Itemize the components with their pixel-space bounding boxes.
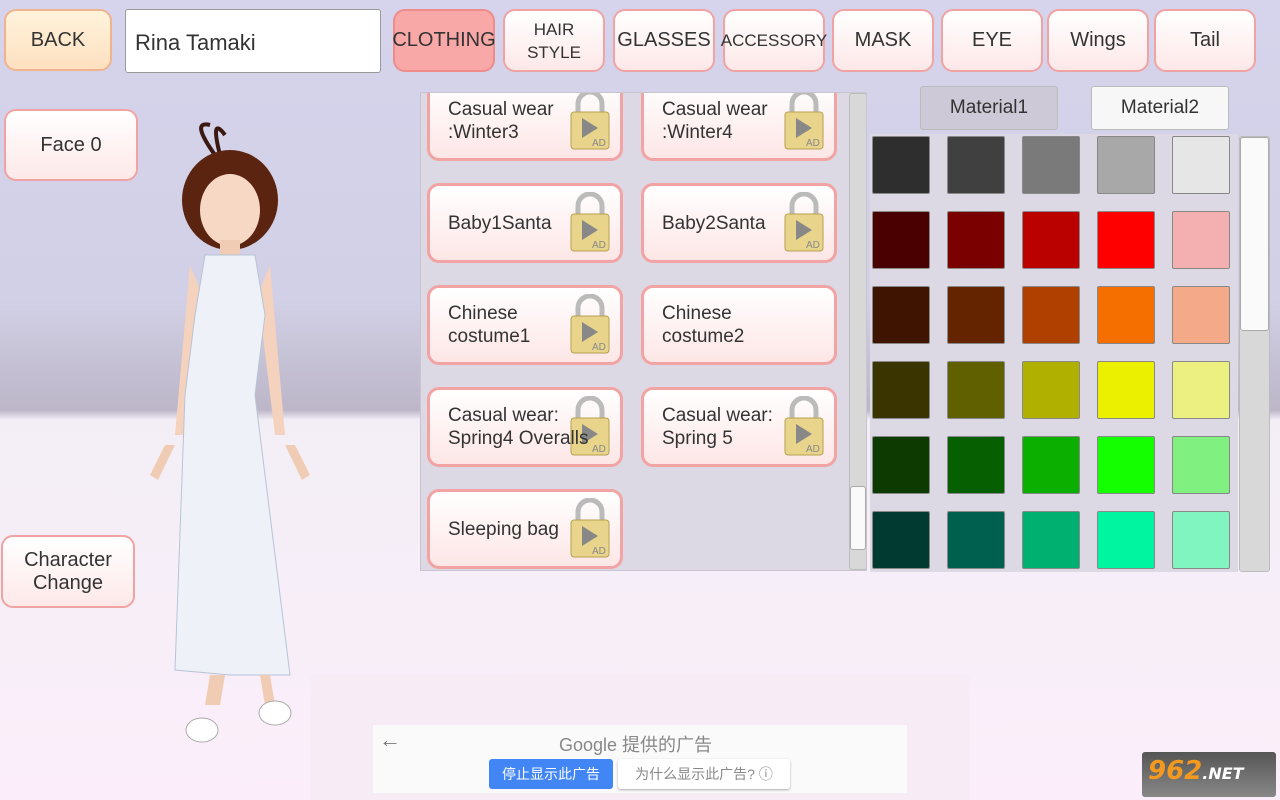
color-swatch[interactable] bbox=[1172, 136, 1230, 194]
color-swatch[interactable] bbox=[1022, 436, 1080, 494]
clothing-list[interactable]: Casual wear :Winter3 AD Casual wear :Winte… bbox=[420, 92, 867, 571]
tab-tail[interactable]: Tail bbox=[1154, 9, 1256, 72]
tab-mask[interactable]: MASK bbox=[832, 9, 934, 72]
color-swatch[interactable] bbox=[872, 136, 930, 194]
color-swatch[interactable] bbox=[1097, 286, 1155, 344]
clothing-item-label: Sleeping bag bbox=[448, 518, 559, 540]
ad-feedback-bar: ← Google 提供的广告 停止显示此广告 为什么显示此广告? ⓘ bbox=[373, 725, 907, 793]
color-swatch[interactable] bbox=[872, 361, 930, 419]
color-swatch[interactable] bbox=[947, 361, 1005, 419]
clothing-list-scrollbar[interactable] bbox=[849, 93, 866, 570]
color-swatch[interactable] bbox=[1097, 211, 1155, 269]
ad-lock-icon: AD bbox=[570, 498, 610, 558]
ad-title: Google 提供的广告 bbox=[559, 735, 713, 755]
color-swatch[interactable] bbox=[947, 211, 1005, 269]
clothing-item[interactable]: Chinese costume1 AD bbox=[427, 285, 623, 365]
clothing-item-label: Baby1Santa bbox=[448, 212, 552, 234]
color-swatch[interactable] bbox=[1172, 286, 1230, 344]
tab-hair-style[interactable]: HAIR STYLE bbox=[503, 9, 605, 72]
color-swatch[interactable] bbox=[1172, 436, 1230, 494]
clothing-item-label: Casual wear: Spring 5 bbox=[662, 405, 773, 449]
ad-lock-icon: AD bbox=[784, 192, 824, 252]
svg-text:AD: AD bbox=[592, 240, 606, 251]
tab-accessory[interactable]: ACCESSORY bbox=[721, 9, 827, 72]
color-swatch[interactable] bbox=[872, 436, 930, 494]
clothing-item-label: Casual wear :Winter4 bbox=[662, 99, 768, 143]
material2-tab[interactable]: Material2 bbox=[1091, 86, 1229, 130]
back-button[interactable]: BACK bbox=[4, 9, 112, 71]
clothing-item[interactable]: Baby1Santa AD bbox=[427, 183, 623, 263]
clothing-item-label: Casual wear :Winter3 bbox=[448, 99, 554, 143]
character-change-button[interactable]: Character Change bbox=[1, 535, 135, 608]
color-palette bbox=[870, 134, 1238, 572]
clothing-item[interactable]: Sleeping bag AD bbox=[427, 489, 623, 569]
color-swatch[interactable] bbox=[947, 436, 1005, 494]
color-swatch[interactable] bbox=[1022, 286, 1080, 344]
character-model[interactable] bbox=[130, 115, 330, 750]
color-swatch[interactable] bbox=[1172, 211, 1230, 269]
face-button[interactable]: Face 0 bbox=[4, 109, 138, 181]
color-swatch[interactable] bbox=[1172, 511, 1230, 569]
watermark-logo: 962.NET bbox=[1142, 752, 1276, 797]
color-swatch[interactable] bbox=[872, 211, 930, 269]
color-swatch[interactable] bbox=[1097, 436, 1155, 494]
svg-text:AD: AD bbox=[806, 240, 820, 251]
clothing-item[interactable]: Casual wear :Winter4 AD bbox=[641, 93, 837, 161]
clothing-item-label: Baby2Santa bbox=[662, 212, 766, 234]
clothing-item[interactable]: Baby2Santa AD bbox=[641, 183, 837, 263]
clothing-item-label: Chinese costume1 bbox=[448, 303, 531, 347]
color-swatch[interactable] bbox=[947, 286, 1005, 344]
palette-scrollbar[interactable] bbox=[1239, 136, 1270, 572]
clothing-item-label: Chinese costume2 bbox=[662, 303, 745, 347]
why-ad-label: 为什么显示此广告? bbox=[635, 766, 755, 782]
clothing-item[interactable]: Casual wear :Winter3 AD bbox=[427, 93, 623, 161]
scrollbar-thumb[interactable] bbox=[850, 486, 866, 551]
color-swatch[interactable] bbox=[872, 286, 930, 344]
clothing-item[interactable]: Chinese costume2 bbox=[641, 285, 837, 365]
color-swatch[interactable] bbox=[1097, 136, 1155, 194]
material1-tab[interactable]: Material1 bbox=[920, 86, 1058, 130]
tab-clothing[interactable]: CLOTHING bbox=[392, 9, 496, 72]
color-swatch[interactable] bbox=[1172, 361, 1230, 419]
ad-lock-icon: AD bbox=[570, 192, 610, 252]
tab-wings[interactable]: Wings bbox=[1047, 9, 1149, 72]
clothing-item-label: Casual wear: Spring4 Overalls bbox=[448, 405, 589, 449]
why-ad-button[interactable]: 为什么显示此广告? ⓘ bbox=[618, 759, 790, 789]
tab-eye[interactable]: EYE bbox=[941, 9, 1043, 72]
color-swatch[interactable] bbox=[1022, 361, 1080, 419]
character-name-input[interactable]: Rina Tamaki bbox=[125, 9, 381, 73]
tab-glasses[interactable]: GLASSES bbox=[613, 9, 715, 72]
back-arrow-icon[interactable]: ← bbox=[379, 727, 401, 753]
color-swatch[interactable] bbox=[1097, 361, 1155, 419]
color-swatch[interactable] bbox=[1097, 511, 1155, 569]
color-swatch[interactable] bbox=[947, 511, 1005, 569]
svg-text:AD: AD bbox=[592, 546, 606, 557]
color-swatch[interactable] bbox=[947, 136, 1005, 194]
scrollbar-thumb[interactable] bbox=[1240, 137, 1269, 331]
color-swatch[interactable] bbox=[1022, 511, 1080, 569]
stop-ad-button[interactable]: 停止显示此广告 bbox=[489, 759, 613, 789]
clothing-item[interactable]: Casual wear: Spring4 Overalls AD bbox=[427, 387, 623, 467]
info-icon: ⓘ bbox=[758, 766, 773, 782]
color-swatch[interactable] bbox=[1022, 136, 1080, 194]
color-swatch[interactable] bbox=[1022, 211, 1080, 269]
color-swatch[interactable] bbox=[872, 511, 930, 569]
clothing-item[interactable]: Casual wear: Spring 5 AD bbox=[641, 387, 837, 467]
